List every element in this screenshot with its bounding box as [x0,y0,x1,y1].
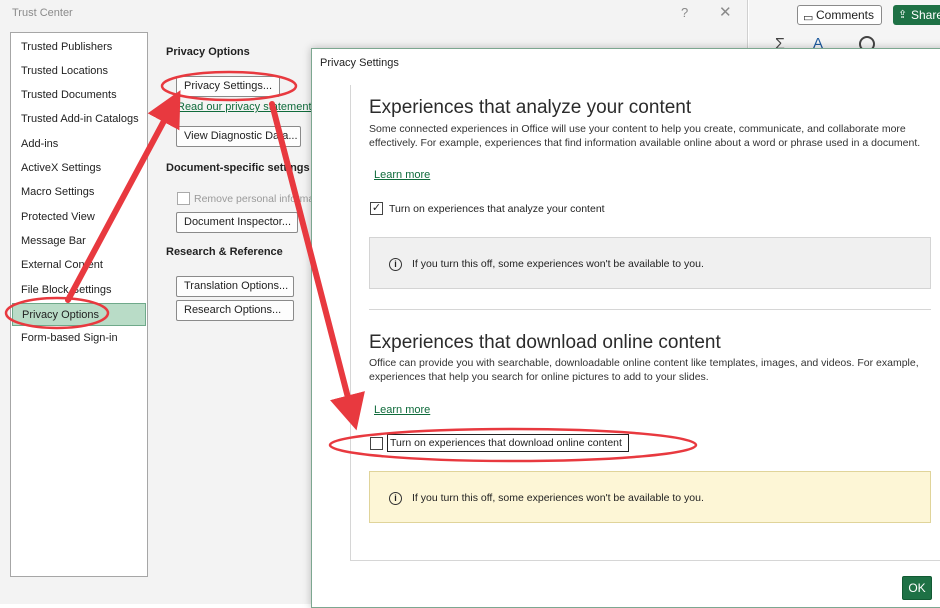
sidebar-item-message-bar[interactable]: Message Bar [12,230,146,253]
comments-label: Comments [816,8,875,22]
research-reference-heading: Research & Reference [166,246,283,258]
sidebar-item-protected-view[interactable]: Protected View [12,206,146,229]
section-divider [369,309,931,310]
window-title: Trust Center [12,7,73,19]
ok-button[interactable]: OK [902,576,932,600]
sidebar-nav: Trusted Publishers Trusted Locations Tru… [10,32,148,577]
document-specific-settings-heading: Document-specific settings [166,162,310,174]
sidebar-item-trusted-locations[interactable]: Trusted Locations [12,60,146,83]
analyze-info-text: If you turn this off, some experiences w… [412,258,704,270]
download-content-checkbox-label: Turn on experiences that download online… [387,434,629,452]
close-icon[interactable]: ✕ [719,3,732,21]
translation-options-button[interactable]: Translation Options... [176,276,294,297]
share-button[interactable]: ⇪ Share [893,5,940,25]
comment-icon: ▭ [803,12,814,24]
analyze-content-checkbox-label: Turn on experiences that analyze your co… [389,203,605,215]
sidebar-item-trusted-add-in-catalogs[interactable]: Trusted Add-in Catalogs [12,108,146,131]
comments-button[interactable]: ▭ Comments [797,5,882,25]
share-icon: ⇪ [898,9,908,21]
download-info-box: i If you turn this off, some experiences… [369,471,931,523]
privacy-options-panel: Privacy Options Privacy Settings... Read… [160,32,331,602]
research-options-button[interactable]: Research Options... [176,300,294,321]
download-info-text: If you turn this off, some experiences w… [412,492,704,504]
analyze-content-heading: Experiences that analyze your content [369,97,692,118]
privacy-settings-button[interactable]: Privacy Settings... [176,76,280,97]
analyze-info-box: i If you turn this off, some experiences… [369,237,931,289]
analyze-learn-more-link[interactable]: Learn more [374,169,430,181]
sidebar-item-trusted-documents[interactable]: Trusted Documents [12,84,146,107]
download-content-heading: Experiences that download online content [369,332,721,353]
download-content-checkbox[interactable] [370,437,383,450]
download-learn-more-link[interactable]: Learn more [374,404,430,416]
analyze-content-description: Some connected experiences in Office wil… [369,123,921,149]
share-label: Share [911,8,940,22]
read-privacy-statement-link[interactable]: Read our privacy statement [177,101,312,113]
sidebar-item-form-based-sign-in[interactable]: Form-based Sign-in [12,327,146,350]
privacy-settings-dialog: Privacy Settings Experiences that analyz… [311,48,940,608]
help-icon[interactable]: ? [681,5,688,20]
info-icon: i [389,258,402,271]
privacy-options-heading: Privacy Options [166,46,250,58]
privacy-settings-scroll-area: Experiences that analyze your content So… [350,85,940,561]
download-content-description: Office can provide you with searchable, … [369,357,919,383]
view-diagnostic-data-button[interactable]: View Diagnostic Data... [176,126,301,147]
sidebar-item-add-ins[interactable]: Add-ins [12,133,146,156]
info-icon: i [389,492,402,505]
sidebar-item-macro-settings[interactable]: Macro Settings [12,181,146,204]
remove-personal-info-checkbox[interactable] [177,192,190,205]
sidebar-item-activex-settings[interactable]: ActiveX Settings [12,157,146,180]
analyze-content-checkbox[interactable]: ✓ [370,202,383,215]
sidebar-item-file-block-settings[interactable]: File Block Settings [12,279,146,302]
dialog-title: Privacy Settings [320,57,399,69]
document-inspector-button[interactable]: Document Inspector... [176,212,298,233]
sidebar-item-privacy-options[interactable]: Privacy Options [12,303,146,326]
sidebar-item-trusted-publishers[interactable]: Trusted Publishers [12,36,146,59]
sidebar-item-external-content[interactable]: External Content [12,254,146,277]
